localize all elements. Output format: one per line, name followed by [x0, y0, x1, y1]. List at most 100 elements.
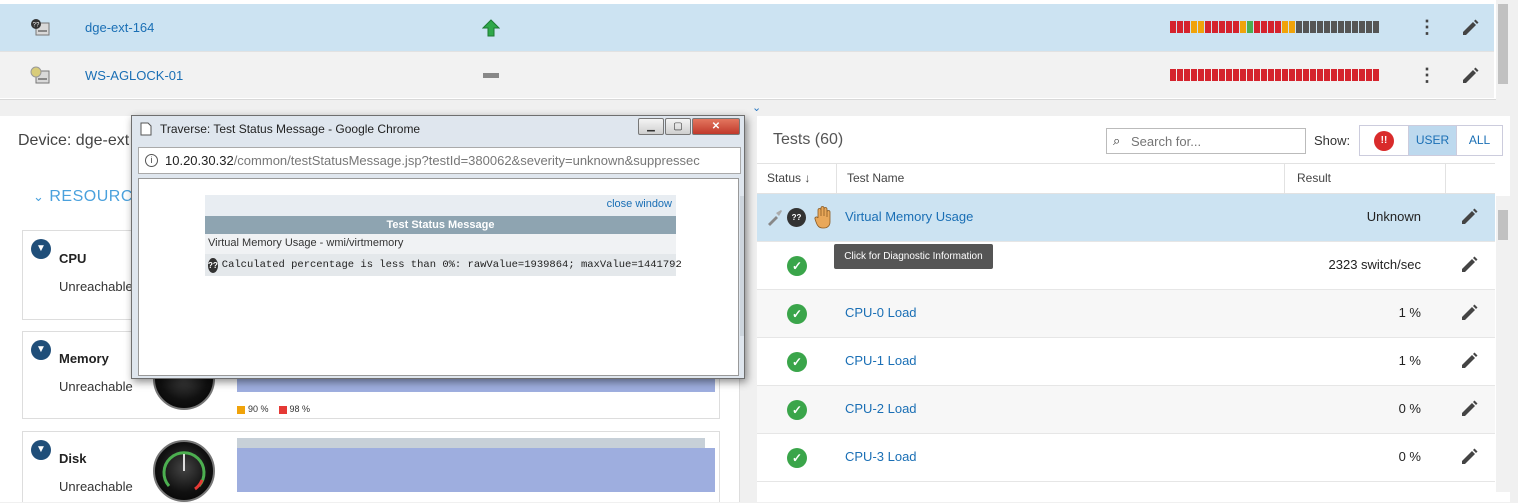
expand-toggle-icon[interactable]: ▼	[31, 239, 51, 259]
info-icon[interactable]: i	[145, 154, 158, 167]
disk-gauge	[153, 440, 215, 502]
svg-text:??: ??	[33, 23, 40, 29]
resources-label: RESOURC	[49, 188, 133, 205]
edit-pencil-icon[interactable]	[1460, 18, 1480, 38]
message-header: Test Status Message	[205, 216, 676, 234]
page-icon	[140, 122, 152, 136]
popup-scrollbar[interactable]	[740, 196, 744, 336]
edit-pencil-icon[interactable]	[1459, 303, 1479, 323]
disk-usage-graph	[237, 448, 715, 492]
search-input[interactable]	[1131, 132, 1301, 150]
edit-pencil-icon[interactable]	[1459, 399, 1479, 419]
message-row: ?? Calculated percentage is less than 0%…	[205, 254, 682, 276]
graph-legend: 90 % 98 %	[237, 404, 310, 414]
test-name-link[interactable]: CPU-2 Load	[845, 401, 917, 416]
test-name-link[interactable]: CPU-1 Load	[845, 353, 917, 368]
tests-title: Tests (60)	[773, 131, 844, 148]
column-status[interactable]: Status ↓	[767, 171, 810, 185]
test-name-link[interactable]: CPU-0 Load	[845, 305, 917, 320]
popup-title: Traverse: Test Status Message - Google C…	[160, 122, 421, 136]
resource-state: Unreachable	[59, 479, 133, 494]
device-row[interactable]: ?? dge-ext-164 ⋮	[0, 4, 1494, 51]
edit-pencil-icon[interactable]	[1459, 447, 1479, 467]
flashlight-icon[interactable]	[765, 207, 785, 227]
gauge-dial-icon	[162, 451, 206, 491]
column-test-name[interactable]: Test Name	[847, 171, 904, 185]
device-list: ?? dge-ext-164 ⋮ WS-AGLOCK-01 ⋮	[0, 0, 1510, 100]
table-row[interactable]: ✓ CPU-2 Load 0 %	[757, 386, 1495, 434]
test-result: 1 %	[1398, 305, 1421, 320]
resources-toggle[interactable]: ⌄ RESOURC	[33, 188, 133, 206]
resource-name: CPU	[59, 251, 87, 266]
sort-down-arrow-icon: ↓	[804, 171, 811, 185]
ok-check-icon: ✓	[787, 256, 807, 276]
table-row[interactable]: ✓ CPU-3 Load 0 %	[757, 434, 1495, 482]
more-vert-icon[interactable]: ⋮	[1418, 66, 1436, 84]
server-unknown-icon: ??	[31, 19, 50, 36]
edit-pencil-icon[interactable]	[1460, 66, 1480, 86]
filter-all-button[interactable]: ALL	[1456, 126, 1502, 155]
url-host: 10.20.30.32	[165, 153, 234, 168]
test-result: 0 %	[1398, 401, 1421, 416]
popup-content: close window Test Status Message Virtual…	[138, 178, 739, 376]
legend-warning: 90 %	[237, 404, 269, 414]
filter-critical-button[interactable]: !!	[1360, 126, 1408, 155]
critical-alert-icon: !!	[1374, 130, 1394, 151]
device-list-scrollbar[interactable]	[1496, 0, 1510, 100]
device-title: Device: dge-ext	[18, 132, 130, 149]
test-result: Unknown	[1366, 209, 1421, 224]
minimize-button[interactable]: ▁	[638, 118, 664, 135]
device-name-link[interactable]: dge-ext-164	[85, 20, 154, 35]
legend-critical: 98 %	[278, 404, 310, 414]
dash-state-icon	[483, 73, 499, 78]
device-row[interactable]: WS-AGLOCK-01 ⋮	[0, 51, 1494, 98]
expand-toggle-icon[interactable]: ▼	[31, 340, 51, 360]
url-path: /common/testStatusMessage.jsp?testId=380…	[233, 153, 700, 168]
ok-check-icon: ✓	[787, 448, 807, 468]
message-test-name: Virtual Memory Usage - wmi/virtmemory	[205, 234, 676, 254]
maximize-button[interactable]: ▢	[665, 118, 691, 135]
search-icon: ⌕	[1113, 133, 1121, 148]
column-result[interactable]: Result	[1297, 171, 1331, 185]
table-row[interactable]: ✓ CPU-1 Load 1 %	[757, 338, 1495, 386]
tests-table-header: Status ↓ Test Name Result	[757, 163, 1495, 194]
show-filter-group: !! USER ALL	[1359, 125, 1503, 156]
expand-toggle-icon[interactable]: ▼	[31, 440, 51, 460]
arrow-up-icon	[482, 19, 500, 37]
tests-scrollbar[interactable]	[1496, 196, 1510, 492]
table-row[interactable]: ✓ CPU-0 Load 1 %	[757, 290, 1495, 338]
table-row[interactable]: ?? Virtual Memory Usage Unknown	[757, 194, 1495, 242]
edit-pencil-icon[interactable]	[1459, 351, 1479, 371]
resource-card-disk: ▼ Disk Unreachable	[22, 431, 720, 502]
health-history-bar	[1170, 21, 1379, 33]
diagnostic-tooltip: Click for Diagnostic Information	[834, 244, 993, 269]
test-result: 2323 switch/sec	[1328, 257, 1422, 272]
server-idle-icon	[30, 66, 50, 84]
hand-cursor-icon[interactable]	[813, 206, 833, 230]
edit-pencil-icon[interactable]	[1459, 207, 1479, 227]
health-history-bar	[1170, 69, 1379, 81]
close-window-row: close window	[205, 195, 676, 216]
close-window-link[interactable]: close window	[607, 198, 672, 210]
test-name-link[interactable]: CPU-3 Load	[845, 449, 917, 464]
resource-state: Unreachable	[59, 379, 133, 394]
search-box[interactable]: ⌕	[1106, 128, 1306, 154]
test-name-link[interactable]: Virtual Memory Usage	[845, 209, 973, 224]
url-bar[interactable]: i 10.20.30.32/common/testStatusMessage.j…	[138, 147, 741, 174]
chevron-down-icon[interactable]: ⌄	[752, 101, 761, 114]
edit-pencil-icon[interactable]	[1459, 255, 1479, 275]
filter-user-button[interactable]: USER	[1408, 126, 1456, 155]
more-vert-icon[interactable]: ⋮	[1418, 18, 1436, 36]
message-table: close window Test Status Message Virtual…	[205, 195, 682, 276]
unknown-status-icon: ??	[208, 257, 218, 273]
device-name-link[interactable]: WS-AGLOCK-01	[85, 68, 183, 83]
unknown-status-icon[interactable]: ??	[787, 208, 806, 227]
ok-check-icon: ✓	[787, 352, 807, 372]
ok-check-icon: ✓	[787, 304, 807, 324]
test-result: 1 %	[1398, 353, 1421, 368]
message-text: Calculated percentage is less than 0%: r…	[221, 259, 682, 271]
popup-window: Traverse: Test Status Message - Google C…	[131, 115, 745, 379]
test-result: 0 %	[1398, 449, 1421, 464]
close-button[interactable]: ✕	[692, 118, 740, 135]
resource-state: Unreachable	[59, 279, 133, 294]
